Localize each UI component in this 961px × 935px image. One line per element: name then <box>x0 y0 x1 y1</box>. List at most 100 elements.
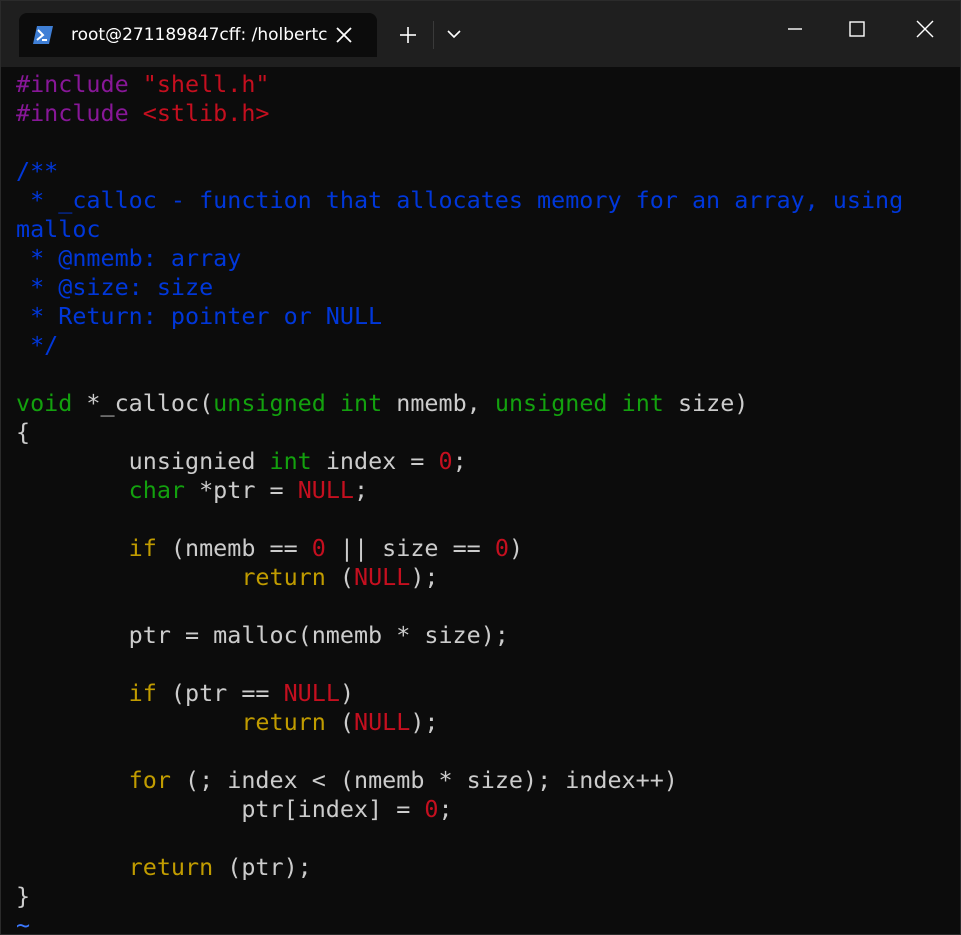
code-token: (; index < (nmemb * size); index++) <box>170 766 678 794</box>
code-token: <stlib.h> <box>142 99 270 127</box>
terminal-window: root@271189847cff: /holbertc #include "s… <box>0 0 961 935</box>
close-tab-icon[interactable] <box>333 24 355 46</box>
code-line: ptr[index] = 0; <box>16 795 946 824</box>
code-token: ; <box>452 447 467 475</box>
code-token: ) <box>508 534 524 562</box>
maximize-icon[interactable] <box>844 17 870 41</box>
code-token: int <box>621 389 664 417</box>
code-token: ); <box>410 708 439 736</box>
code-line: * @nmemb: array <box>16 244 946 273</box>
code-token: unsigned <box>494 389 608 417</box>
code-token: return <box>241 563 326 591</box>
code-token: ptr[index] = <box>16 795 425 823</box>
code-line: * _calloc - function that allocates memo… <box>16 186 946 215</box>
code-token: { <box>16 418 31 446</box>
code-line: * Return: pointer or NULL <box>16 302 946 331</box>
code-token: * @size: size <box>16 273 214 301</box>
code-token: #include <box>16 70 143 98</box>
code-token: index = <box>311 447 439 475</box>
code-token: if <box>128 534 157 562</box>
code-token: /** <box>16 157 59 185</box>
code-token: char <box>128 476 186 504</box>
code-token: ) <box>339 679 355 707</box>
powershell-icon <box>33 26 53 44</box>
tab-title: root@271189847cff: /holbertc <box>71 25 328 45</box>
terminal-tab[interactable]: root@271189847cff: /holbertc <box>19 13 377 57</box>
close-window-icon[interactable] <box>912 17 938 41</box>
terminal-content[interactable]: #include "shell.h" #include <stlib.h> /**… <box>16 70 946 934</box>
code-line: for (; index < (nmemb * size); index++) <box>16 766 946 795</box>
code-token: NULL <box>297 476 355 504</box>
code-token: ptr = malloc(nmemb * size); <box>16 621 509 649</box>
code-line: { <box>16 418 946 447</box>
code-token: if <box>128 679 157 707</box>
code-token: 0 <box>424 795 439 823</box>
code-token: (ptr); <box>213 853 312 881</box>
vim-empty-line-tilde: ~ <box>16 911 31 935</box>
code-line: return (ptr); <box>16 853 946 882</box>
code-line: * @size: size <box>16 273 946 302</box>
title-bar[interactable]: root@271189847cff: /holbertc <box>1 1 960 67</box>
code-token: ); <box>410 563 439 591</box>
code-token: for <box>128 766 171 794</box>
code-token: int <box>269 447 312 475</box>
code-line: if (nmemb == 0 || size == 0) <box>16 534 946 563</box>
code-token: NULL <box>354 708 411 736</box>
code-line: #include "shell.h" <box>16 70 946 99</box>
code-line: return (NULL); <box>16 708 946 737</box>
code-token: NULL <box>283 679 340 707</box>
code-line: char *ptr = NULL; <box>16 476 946 505</box>
code-token: return <box>241 708 326 736</box>
code-token: nmemb, <box>382 389 495 417</box>
code-token: 0 <box>494 534 509 562</box>
code-token: (ptr == <box>156 679 284 707</box>
code-line: void *_calloc(unsigned int nmemb, unsign… <box>16 389 946 418</box>
code-token: * @nmemb: array <box>16 244 242 272</box>
minimize-icon[interactable] <box>782 17 808 41</box>
code-line: unsignied int index = 0; <box>16 447 946 476</box>
code-token: * _calloc - function that allocates memo… <box>16 186 904 214</box>
code-token: int <box>339 389 383 417</box>
code-line: */ <box>16 331 946 360</box>
code-line: #include <stlib.h> <box>16 99 946 128</box>
code-token: unsignied <box>16 447 270 475</box>
code-token: */ <box>16 331 59 359</box>
code-line: /** <box>16 157 946 186</box>
tab-separator <box>433 21 434 49</box>
code-token: || size == <box>325 534 495 562</box>
code-token: return <box>128 853 214 881</box>
code-line: if (ptr == NULL) <box>16 679 946 708</box>
code-line: ptr = malloc(nmemb * size); <box>16 621 946 650</box>
code-token: 0 <box>311 534 326 562</box>
code-token: ( <box>325 563 354 591</box>
code-token: 0 <box>438 447 453 475</box>
code-token: unsigned <box>213 389 326 417</box>
code-token: size) <box>663 389 749 417</box>
code-token: ; <box>438 795 453 823</box>
code-token: (nmemb == <box>156 534 312 562</box>
chevron-down-icon[interactable] <box>441 23 467 45</box>
code-token: *ptr = <box>185 476 298 504</box>
code-token: ( <box>325 708 354 736</box>
code-line: } <box>16 882 946 911</box>
new-tab-icon[interactable] <box>394 21 422 49</box>
code-token: *_calloc( <box>72 389 214 417</box>
code-line: return (NULL); <box>16 563 946 592</box>
code-token: void <box>16 389 73 417</box>
code-token: } <box>16 882 31 910</box>
